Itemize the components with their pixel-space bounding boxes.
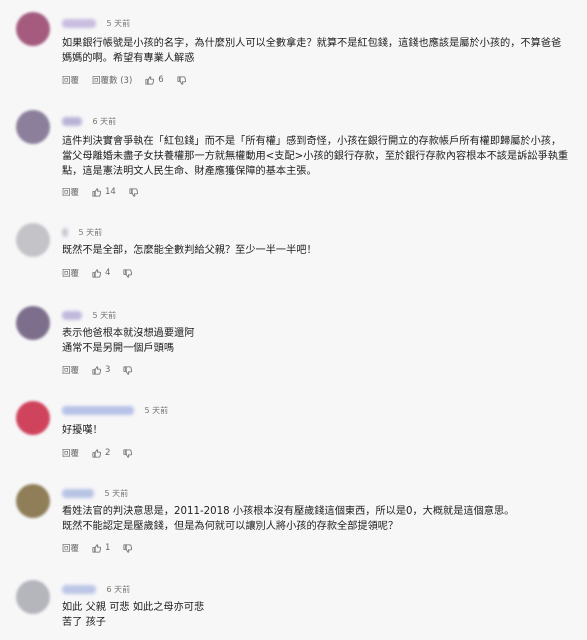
like-button[interactable]: 3 (92, 365, 110, 375)
comment-line: 當父母離婚未盡子女扶養權那一方就無權動用<支配>小孩的銀行存款，至於銀行存款內容… (62, 151, 569, 162)
comment-line: 如果銀行帳號是小孩的名字，為什麼別人可以全數拿走？就算不是紅包錢，這錢也應該是屬… (62, 38, 562, 49)
timestamp: 5 天前 (104, 489, 129, 498)
view-replies-button[interactable]: 回覆數 (3) (92, 74, 132, 86)
comment-actions: 回覆 14 (62, 186, 138, 198)
timestamp: 5 天前 (106, 19, 131, 28)
like-count: 1 (105, 543, 111, 553)
avatar[interactable] (16, 110, 50, 144)
comment-line: 這件判決實會爭執在「紅包錢」而不是「所有權」感到奇怪，小孩在銀行開立的存款帳戶所… (62, 136, 562, 147)
dislike-button[interactable] (123, 448, 133, 458)
like-count: 3 (105, 365, 111, 375)
comment-text: 既然不是全部，怎麼能全數判給父親？至少一半一半吧！ (62, 243, 575, 258)
avatar[interactable] (16, 223, 50, 257)
comment-text: 如果銀行帳號是小孩的名字，為什麼別人可以全數拿走？就算不是紅包錢，這錢也應該是屬… (62, 36, 575, 66)
dislike-button[interactable] (123, 268, 133, 278)
dislike-button[interactable] (123, 365, 133, 375)
avatar[interactable] (16, 12, 50, 46)
thumb-up-icon (92, 543, 101, 553)
thumb-up-icon (92, 365, 101, 375)
comment-text: 好擾嘆！ (62, 423, 575, 438)
comment-meta: 5 天前 (62, 227, 102, 238)
like-count: 14 (105, 187, 116, 197)
like-button[interactable]: 14 (92, 187, 116, 197)
thumb-down-icon (123, 365, 133, 375)
thumb-down-icon (177, 75, 186, 85)
comment-text: 這件判決實會爭執在「紅包錢」而不是「所有權」感到奇怪，小孩在銀行開立的存款帳戶所… (62, 134, 575, 179)
comment-actions: 回覆 回覆數 (3) 6 (62, 74, 186, 86)
like-button[interactable]: 6 (145, 75, 164, 85)
comment-text: 如此 父親 可悲 如此之母亦可悲 苦了 孩子 (62, 600, 575, 630)
like-count: 4 (105, 268, 111, 278)
timestamp: 5 天前 (144, 406, 169, 415)
thumb-down-icon (123, 448, 133, 458)
like-button[interactable]: 2 (92, 448, 110, 458)
comment-line: 點，這是憲法明文人民生命、財產應獲保障的基本主張。 (62, 166, 317, 177)
comment-line: 媽媽的啊。希望有專業人解惑 (62, 53, 195, 64)
thumb-up-icon (92, 268, 101, 278)
dislike-button[interactable] (123, 543, 133, 553)
author-name[interactable] (62, 585, 96, 594)
comment-line: 既然不能認定是壓歲錢，但是為何就可以讓別人將小孩的存款全部提領呢？ (62, 521, 399, 532)
like-button[interactable]: 1 (92, 543, 110, 553)
timestamp: 6 天前 (106, 585, 131, 594)
comment-line: 通常不是另開一個戶頭嗎 (62, 343, 175, 354)
comment-meta: 5 天前 (62, 310, 116, 321)
reply-button[interactable]: 回覆 (62, 447, 79, 459)
thumb-up-icon (92, 448, 101, 458)
dislike-button[interactable] (177, 75, 186, 85)
comment-text: 看姓法官的判決意思是，2011-2018 小孩根本沒有壓歲錢這個東西，所以是0，… (62, 504, 575, 534)
avatar[interactable] (16, 401, 50, 435)
author-name[interactable] (62, 406, 134, 415)
timestamp: 5 天前 (92, 311, 117, 320)
comment-text: 表示他爸根本就沒想過要還阿 通常不是另開一個戶頭嗎 (62, 326, 575, 356)
avatar[interactable] (16, 484, 50, 518)
dislike-button[interactable] (129, 187, 138, 197)
like-count: 6 (158, 75, 164, 85)
timestamp: 5 天前 (78, 228, 103, 237)
comment-line: 好擾嘆！ (62, 425, 103, 436)
comment-meta: 5 天前 (62, 488, 128, 499)
like-count: 2 (105, 448, 111, 458)
comment-line: 既然不是全部，怎麼能全數判給父親？至少一半一半吧！ (62, 245, 317, 256)
reply-button[interactable]: 回覆 (62, 542, 79, 554)
author-name[interactable] (62, 311, 82, 320)
reply-button[interactable]: 回覆 (62, 186, 79, 198)
comment-line: 如此 父親 可悲 如此之母亦可悲 (62, 602, 205, 613)
like-button[interactable]: 4 (92, 268, 110, 278)
comment-actions: 回覆 3 (62, 364, 133, 376)
comment-meta: 6 天前 (62, 584, 130, 595)
avatar[interactable] (16, 306, 50, 340)
thumb-up-icon (145, 75, 155, 85)
author-name[interactable] (62, 489, 94, 498)
comment-line: 表示他爸根本就沒想過要還阿 (62, 328, 195, 339)
author-name[interactable] (62, 117, 82, 126)
reply-button[interactable]: 回覆 (62, 74, 79, 86)
comment-line: 苦了 孩子 (62, 617, 106, 628)
comment-meta: 5 天前 (62, 18, 130, 29)
comment-line: 看姓法官的判決意思是，2011-2018 小孩根本沒有壓歲錢這個東西，所以是0，… (62, 506, 515, 517)
avatar[interactable] (16, 580, 50, 614)
comment-actions: 回覆 1 (62, 542, 133, 554)
comment-actions: 回覆 4 (62, 267, 133, 279)
reply-button[interactable]: 回覆 (62, 364, 79, 376)
author-name[interactable] (62, 228, 68, 237)
thumb-down-icon (129, 187, 138, 197)
thumb-down-icon (123, 543, 133, 553)
author-name[interactable] (62, 19, 96, 28)
thumb-up-icon (92, 187, 101, 197)
comment-meta: 5 天前 (62, 405, 168, 416)
comment-actions: 回覆 2 (62, 447, 133, 459)
reply-button[interactable]: 回覆 (62, 267, 79, 279)
timestamp: 6 天前 (92, 117, 117, 126)
comment-meta: 6 天前 (62, 116, 116, 127)
thumb-down-icon (123, 268, 133, 278)
